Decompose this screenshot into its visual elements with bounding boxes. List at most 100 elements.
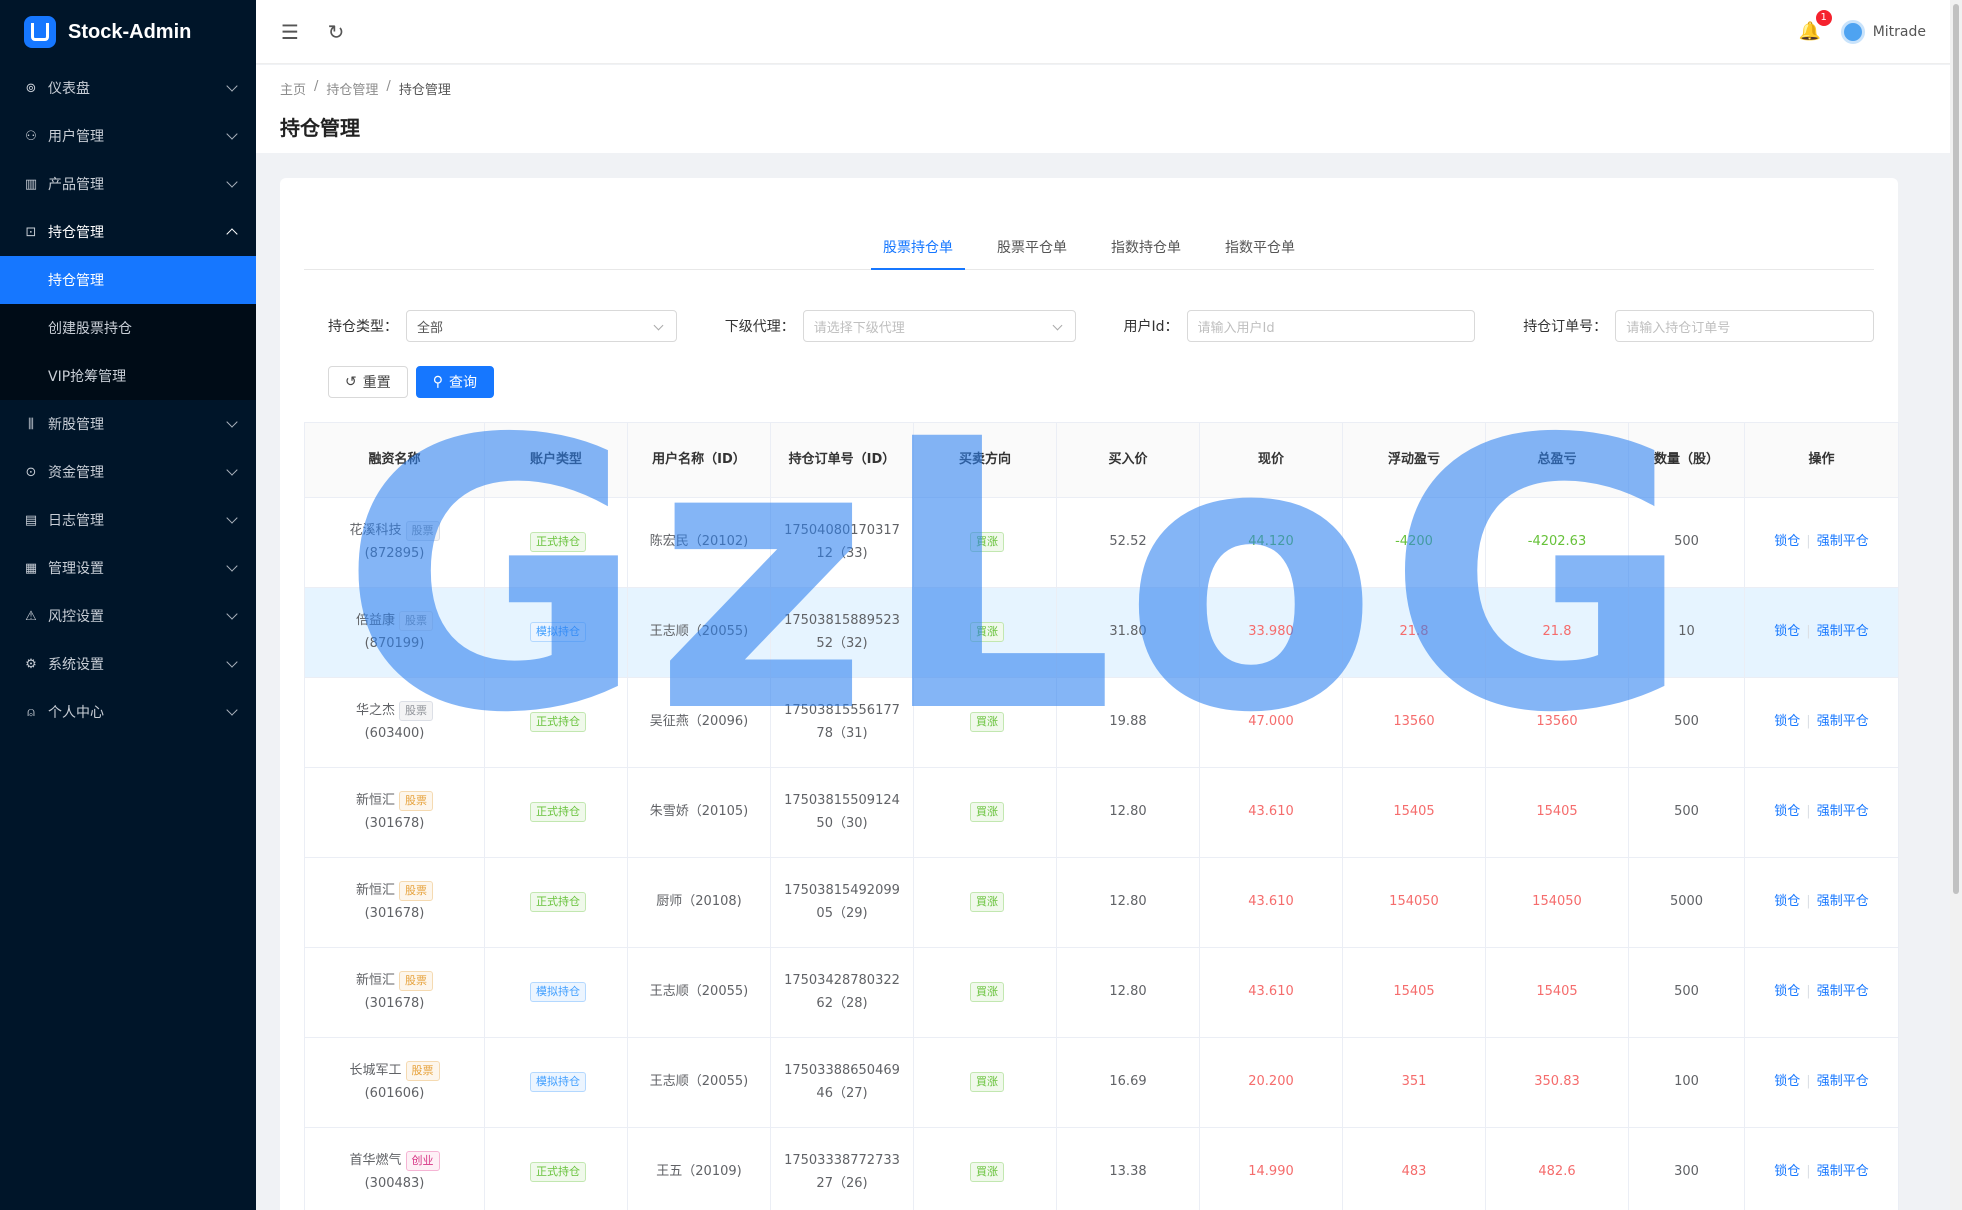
action-separator: | <box>1806 1074 1811 1090</box>
sidebar-subitem-label: 持仓管理 <box>48 273 104 289</box>
avatar[interactable] <box>1840 19 1865 44</box>
sidebar-item-4[interactable]: ⫼ 新股管理 <box>0 400 256 448</box>
breadcrumb-separator: / <box>386 79 391 94</box>
userid-input[interactable]: 请输入用户Id <box>1186 310 1476 342</box>
order-placeholder: 请输入持仓订单号 <box>1626 320 1731 336</box>
cell-quantity: 500 <box>1628 947 1745 1038</box>
page-scrollbar[interactable] <box>1950 0 1962 1210</box>
agent-select[interactable]: 请选择下级代理 <box>802 310 1076 342</box>
tab-index-holding[interactable]: 指数持仓单 <box>1089 237 1203 269</box>
table-row[interactable]: 花溪科技 股票 (872895) 正式持仓 陈宏民（20102) 175040801703… <box>304 497 1899 588</box>
force-close-button[interactable]: 强制平仓 <box>1817 894 1869 909</box>
tab-index-closed[interactable]: 指数平仓单 <box>1203 237 1317 269</box>
chevron-down-icon <box>226 128 238 140</box>
order-input[interactable]: 请输入持仓订单号 <box>1615 310 1874 342</box>
cell-floating-pnl: -4200 <box>1342 497 1486 588</box>
cell-total-pnl: 15405 <box>1485 947 1629 1038</box>
table-row[interactable]: 华之杰 股票 (603400) 正式持仓 吴征燕（20096) 1750381555617… <box>304 677 1899 768</box>
query-button[interactable]: ⚲ 查询 <box>415 366 494 398</box>
reset-button[interactable]: ↺ 重置 <box>328 366 408 398</box>
filter-bar: 持仓类型： 全部 下级代理： 请选择下级代理 用户Id： 请输入用户Id 持仓订… <box>304 310 1874 342</box>
cell-total-pnl: 154050 <box>1485 857 1629 948</box>
column-header: 买卖方向 <box>913 422 1057 498</box>
brand[interactable]: Stock-Admin <box>0 0 256 64</box>
force-close-button[interactable]: 强制平仓 <box>1817 534 1869 549</box>
cell-direction: 買涨 <box>913 767 1057 858</box>
lock-button[interactable]: 锁仓 <box>1774 804 1800 819</box>
table-row[interactable]: 首华燃气 创业 (300483) 正式持仓 王五（20109) 1750333877273… <box>304 1127 1899 1210</box>
sidebar-item-5[interactable]: ⊙ 资金管理 <box>0 448 256 496</box>
position-icon: ⊡ <box>25 224 37 240</box>
lock-button[interactable]: 锁仓 <box>1774 984 1800 999</box>
position-type-select[interactable]: 全部 <box>406 310 677 342</box>
stock-code: (603400) <box>364 725 425 741</box>
force-close-button[interactable]: 强制平仓 <box>1817 624 1869 639</box>
sidebar-item-9[interactable]: ⚙ 系统设置 <box>0 640 256 688</box>
cell-floating-pnl: 154050 <box>1342 857 1486 948</box>
lock-button[interactable]: 锁仓 <box>1774 894 1800 909</box>
sidebar-item-7[interactable]: ▦ 管理设置 <box>0 544 256 592</box>
sidebar-subitem-0[interactable]: 持仓管理 <box>0 256 256 304</box>
scrollbar-thumb[interactable] <box>1953 4 1959 894</box>
tab-stock-holding[interactable]: 股票持仓单 <box>861 237 975 270</box>
lock-button[interactable]: 锁仓 <box>1774 624 1800 639</box>
sidebar-item-6[interactable]: ▤ 日志管理 <box>0 496 256 544</box>
force-close-button[interactable]: 强制平仓 <box>1817 1074 1869 1089</box>
force-close-button[interactable]: 强制平仓 <box>1817 714 1869 729</box>
agent-label: 下级代理： <box>724 319 795 335</box>
cell-order: 17503815492099 05（29) <box>770 857 914 948</box>
cell-direction: 買涨 <box>913 1037 1057 1128</box>
table-row[interactable]: 倍益康 股票 (870199) 模拟持仓 王志顺（20055) 1750381588952… <box>304 587 1899 678</box>
cell-order: 17503388650469 46（27) <box>770 1037 914 1128</box>
direction-tag: 買涨 <box>970 532 1004 553</box>
force-close-button[interactable]: 强制平仓 <box>1817 804 1869 819</box>
sidebar-item-8[interactable]: ⚠ 风控设置 <box>0 592 256 640</box>
table-row[interactable]: 新恒汇 股票 (301678) 正式持仓 朱雪娇（20105) 1750381550912… <box>304 767 1899 858</box>
breadcrumb-home[interactable]: 主页 <box>280 79 306 98</box>
breadcrumb: 主页 / 持仓管理 / 持仓管理 <box>280 79 1926 98</box>
lock-button[interactable]: 锁仓 <box>1774 1164 1800 1179</box>
sidebar-item-label: 资金管理 <box>48 465 104 481</box>
force-close-button[interactable]: 强制平仓 <box>1817 984 1869 999</box>
account-type-tag: 正式持仓 <box>530 532 586 553</box>
account-type-tag: 正式持仓 <box>530 802 586 823</box>
cell-order: 17503428780322 62（28) <box>770 947 914 1038</box>
tab-stock-closed[interactable]: 股票平仓单 <box>975 237 1089 269</box>
notification-bell-icon[interactable]: 🔔 1 <box>1799 8 1833 43</box>
sidebar-subitem-2[interactable]: VIP抢筹管理 <box>0 352 256 400</box>
direction-tag: 買涨 <box>970 982 1004 1003</box>
market-tag: 股票 <box>399 791 433 812</box>
market-tag: 股票 <box>399 611 433 632</box>
username[interactable]: Mitrade <box>1873 24 1926 40</box>
sidebar-item-2[interactable]: ▥ 产品管理 <box>0 160 256 208</box>
sidebar-subitem-1[interactable]: 创建股票持仓 <box>0 304 256 352</box>
cell-account-type: 正式持仓 <box>484 1127 628 1210</box>
cell-current-price: 43.610 <box>1199 767 1343 858</box>
breadcrumb-item[interactable]: 持仓管理 <box>326 79 378 98</box>
order-id-line1: 17503338772733 <box>784 1153 900 1169</box>
lock-button[interactable]: 锁仓 <box>1774 1074 1800 1089</box>
table-row[interactable]: 长城军工 股票 (601606) 模拟持仓 王志顺（20055) 175033886504… <box>304 1037 1899 1128</box>
order-id-line2: 52（32) <box>816 635 868 651</box>
sidebar-item-0[interactable]: ⊚ 仪表盘 <box>0 64 256 112</box>
sidebar-item-10[interactable]: ⍝ 个人中心 <box>0 688 256 736</box>
table-body: 花溪科技 股票 (872895) 正式持仓 陈宏民（20102) 175040801703… <box>304 497 1899 1210</box>
cell-total-pnl: 21.8 <box>1485 587 1629 678</box>
sidebar-item-3[interactable]: ⊡ 持仓管理 <box>0 208 256 256</box>
table-row[interactable]: 新恒汇 股票 (301678) 正式持仓 厨师（20108) 17503815492099… <box>304 857 1899 948</box>
page-title: 持仓管理 <box>280 116 360 140</box>
cell-direction: 買涨 <box>913 497 1057 588</box>
menu-fold-icon[interactable]: ☰ <box>278 20 302 44</box>
table-row[interactable]: 新恒汇 股票 (301678) 模拟持仓 王志顺（20055) 1750342878032… <box>304 947 1899 1038</box>
cell-quantity: 500 <box>1628 497 1745 588</box>
lock-button[interactable]: 锁仓 <box>1774 534 1800 549</box>
market-tag: 创业 <box>405 1151 440 1172</box>
force-close-button[interactable]: 强制平仓 <box>1817 1164 1869 1179</box>
stock-code: (872895) <box>364 545 425 561</box>
refresh-icon[interactable]: ↻ <box>324 20 348 44</box>
sidebar-item-1[interactable]: ⚇ 用户管理 <box>0 112 256 160</box>
cell-order: 17503338772733 27（26) <box>770 1127 914 1210</box>
cell-current-price: 20.200 <box>1199 1037 1343 1128</box>
lock-button[interactable]: 锁仓 <box>1774 714 1800 729</box>
action-separator: | <box>1806 714 1811 730</box>
